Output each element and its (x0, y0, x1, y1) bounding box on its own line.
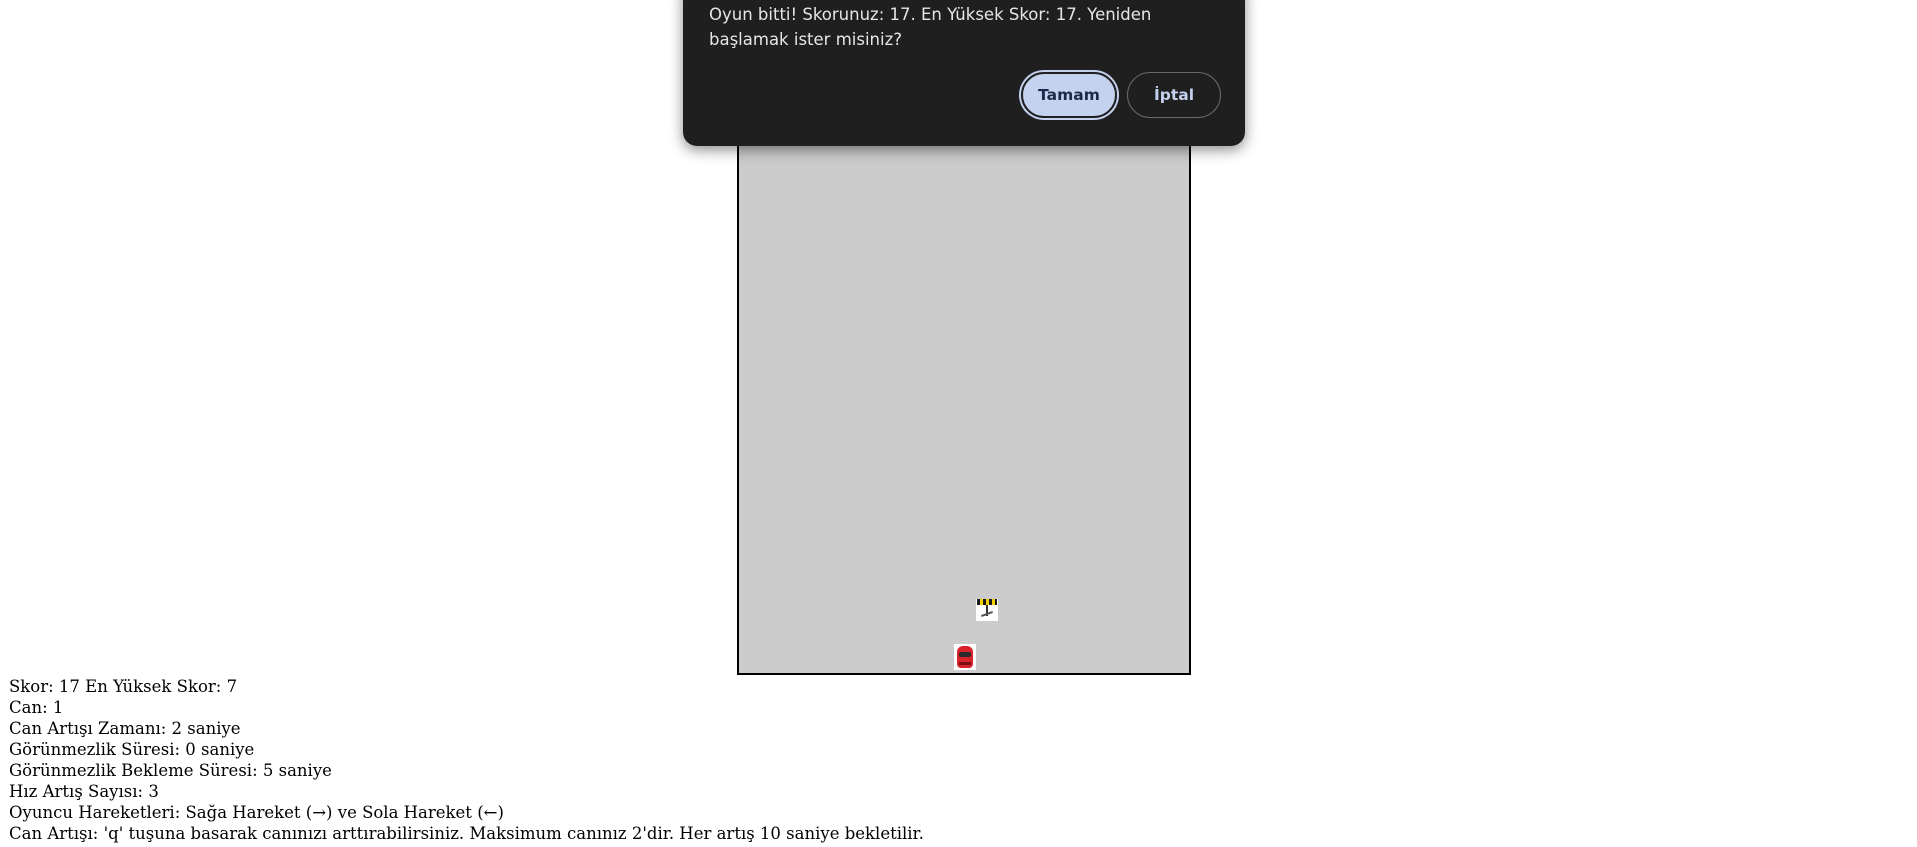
invisibility-cooldown-text: Görünmezlik Bekleme Süresi: 5 saniye (9, 761, 332, 780)
cancel-button[interactable]: İptal (1127, 72, 1221, 118)
life-gain-help-text: Can Artışı: 'q' tuşuna basarak canınızı … (9, 824, 924, 843)
speed-increase-text: Hız Artış Sayısı: 3 (9, 782, 159, 801)
lives-text: Can: 1 (9, 698, 64, 717)
red-car-icon (954, 644, 976, 670)
barrier-icon (976, 599, 998, 621)
barrier-foot (981, 611, 993, 617)
dialog-message: Oyun bitti! Skorunuz: 17. En Yüksek Skor… (709, 5, 1152, 49)
invisibility-duration-text: Görünmezlik Süresi: 0 saniye (9, 740, 255, 759)
car-grill (959, 662, 971, 665)
controls-text: Oyuncu Hareketleri: Sağa Hareket (→) ve … (9, 803, 504, 822)
confirm-dialog: Oyun bitti! Skorunuz: 17. En Yüksek Skor… (683, 0, 1245, 146)
score-text: Skor: 17 En Yüksek Skor: 7 (9, 677, 238, 696)
life-gain-time-text: Can Artışı Zamanı: 2 saniye (9, 719, 241, 738)
car-window (959, 652, 971, 657)
ok-button[interactable]: Tamam (1021, 72, 1117, 118)
game-info-panel: Skor: 17 En Yüksek Skor: 7 Can: 1 Can Ar… (9, 676, 924, 844)
